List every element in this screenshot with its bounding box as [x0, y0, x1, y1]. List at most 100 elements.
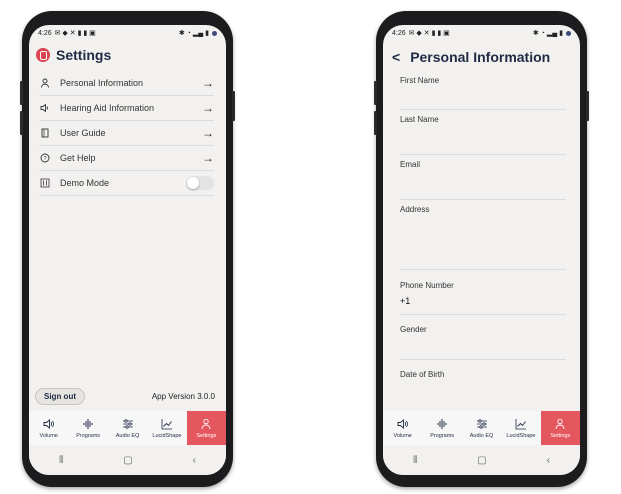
tab-lucidshape[interactable]: LucidShape — [147, 411, 186, 445]
volume-button — [20, 81, 23, 105]
menu-item-label: Demo Mode — [60, 178, 110, 188]
tab-bar: Volume Programs Audio EQ LucidShape Sett… — [29, 411, 226, 445]
tab-label: LucidShape — [152, 432, 182, 439]
power-button — [232, 91, 235, 121]
field-value: +1 — [400, 296, 411, 306]
field-label: First Name — [400, 76, 440, 85]
demo-mode-toggle[interactable] — [186, 176, 214, 190]
volume-icon — [397, 418, 408, 429]
menu-item-label: Hearing Aid Information — [60, 103, 155, 113]
notification-icons: ✉ ◆ ✕ ▮ ▮ ▣ — [54, 30, 96, 37]
app-logo — [36, 48, 50, 62]
gender-field[interactable]: Gender — [400, 315, 566, 360]
field-label: Date of Birth — [400, 370, 445, 379]
android-nav-bar: ⦀ ▢ ‹ — [29, 445, 226, 475]
field-label: Email — [400, 160, 421, 169]
power-button — [586, 91, 589, 121]
first-name-field[interactable]: First Name — [400, 71, 566, 110]
recents-icon[interactable]: ⦀ — [59, 455, 63, 466]
programs-icon — [437, 418, 447, 429]
menu-item-get-help[interactable]: ? Get Help → — [39, 146, 214, 171]
app-version: App Version 3.0.0 — [151, 391, 215, 401]
tab-label: Settings — [196, 432, 217, 439]
phone-settings: 4:26 ✉ ◆ ✕ ▮ ▮ ▣ ✱ ◔ ▂▄ ▮ Settings Person… — [20, 11, 235, 487]
tab-audio-eq[interactable]: Audio EQ — [462, 411, 501, 445]
page-title: Settings — [56, 47, 112, 63]
sign-out-button[interactable]: Sign out — [35, 387, 85, 405]
page-title: Personal Information — [410, 49, 551, 65]
field-label: Phone Number — [400, 281, 454, 290]
tab-bar: Volume Programs Audio EQ LucidShape Sett… — [383, 411, 580, 445]
home-icon[interactable]: ▢ — [477, 455, 486, 466]
last-name-field[interactable]: Last Name — [400, 110, 566, 155]
back-icon[interactable]: ‹ — [547, 455, 550, 466]
tab-programs[interactable]: Programs — [68, 411, 107, 445]
date-of-birth-field[interactable]: Date of Birth — [400, 360, 566, 390]
camera-icon — [212, 30, 217, 36]
tab-programs[interactable]: Programs — [422, 411, 461, 445]
chart-icon — [515, 418, 526, 429]
notification-icons: ✉ ◆ ✕ ▮ ▮ ▣ — [408, 30, 450, 37]
tab-volume[interactable]: Volume — [383, 411, 422, 445]
menu-item-demo-mode: Demo Mode — [39, 171, 214, 196]
help-icon: ? — [39, 152, 51, 164]
sliders-icon — [39, 177, 51, 189]
chart-icon — [161, 418, 172, 429]
field-label: Last Name — [400, 115, 439, 124]
personal-form: First Name Last Name Email Address Phone… — [383, 71, 580, 390]
tab-label: Audio EQ — [469, 432, 494, 439]
tab-label: Programs — [430, 432, 455, 439]
phone-number-field[interactable]: Phone Number +1 — [400, 270, 566, 315]
phone-personal-information: 4:26 ✉ ◆ ✕ ▮ ▮ ▣ ✱ ◔ ▂▄ ▮ < Personal Info… — [374, 11, 589, 487]
status-time: 4:26 — [392, 29, 406, 37]
tab-label: Volume — [393, 432, 412, 439]
tab-volume[interactable]: Volume — [29, 411, 68, 445]
menu-item-label: User Guide — [60, 128, 106, 138]
tab-label: Audio EQ — [115, 432, 140, 439]
volume-button-lower — [20, 111, 23, 135]
volume-button-lower — [374, 111, 377, 135]
person-icon — [201, 418, 211, 429]
menu-item-label: Get Help — [60, 153, 96, 163]
status-bar: 4:26 ✉ ◆ ✕ ▮ ▮ ▣ ✱ ◔ ▂▄ ▮ — [29, 25, 226, 41]
signal-icons: ✱ ◔ ▂▄ ▮ — [532, 30, 563, 37]
volume-button — [374, 81, 377, 105]
tab-lucidshape[interactable]: LucidShape — [501, 411, 540, 445]
arrow-right-icon: → — [202, 76, 214, 90]
camera-icon — [566, 30, 571, 36]
eq-icon — [122, 418, 133, 429]
tab-settings[interactable]: Settings — [186, 411, 226, 445]
android-nav-bar: ⦀ ▢ ‹ — [383, 445, 580, 475]
back-chevron-icon[interactable]: < — [392, 49, 400, 65]
menu-item-personal-information[interactable]: Personal Information → — [39, 71, 214, 96]
programs-icon — [83, 418, 93, 429]
tab-settings[interactable]: Settings — [540, 411, 580, 445]
status-bar: 4:26 ✉ ◆ ✕ ▮ ▮ ▣ ✱ ◔ ▂▄ ▮ — [383, 25, 580, 41]
field-label: Gender — [400, 325, 427, 334]
signal-icons: ✱ ◔ ▂▄ ▮ — [178, 30, 209, 37]
settings-menu: Personal Information → Hearing Aid Infor… — [29, 71, 226, 196]
personal-information-header: < Personal Information — [383, 41, 580, 71]
back-icon[interactable]: ‹ — [193, 455, 196, 466]
tab-label: Volume — [39, 432, 58, 439]
book-icon — [39, 127, 51, 139]
settings-header: Settings — [29, 41, 226, 67]
field-label: Address — [400, 205, 430, 214]
arrow-right-icon: → — [202, 151, 214, 165]
menu-item-hearing-aid-information[interactable]: Hearing Aid Information → — [39, 96, 214, 121]
tab-audio-eq[interactable]: Audio EQ — [108, 411, 147, 445]
arrow-right-icon: → — [202, 101, 214, 115]
person-icon — [39, 77, 51, 89]
menu-item-label: Personal Information — [60, 78, 144, 88]
personal-information-screen: 4:26 ✉ ◆ ✕ ▮ ▮ ▣ ✱ ◔ ▂▄ ▮ < Personal Info… — [383, 25, 580, 475]
recents-icon[interactable]: ⦀ — [413, 455, 417, 466]
home-icon[interactable]: ▢ — [123, 455, 132, 466]
email-field[interactable]: Email — [400, 155, 566, 200]
arrow-right-icon: → — [202, 126, 214, 140]
menu-item-user-guide[interactable]: User Guide → — [39, 121, 214, 146]
svg-text:?: ? — [43, 156, 46, 162]
address-field[interactable]: Address — [400, 200, 566, 270]
tab-label: Programs — [76, 432, 101, 439]
volume-icon — [43, 418, 54, 429]
eq-icon — [476, 418, 487, 429]
